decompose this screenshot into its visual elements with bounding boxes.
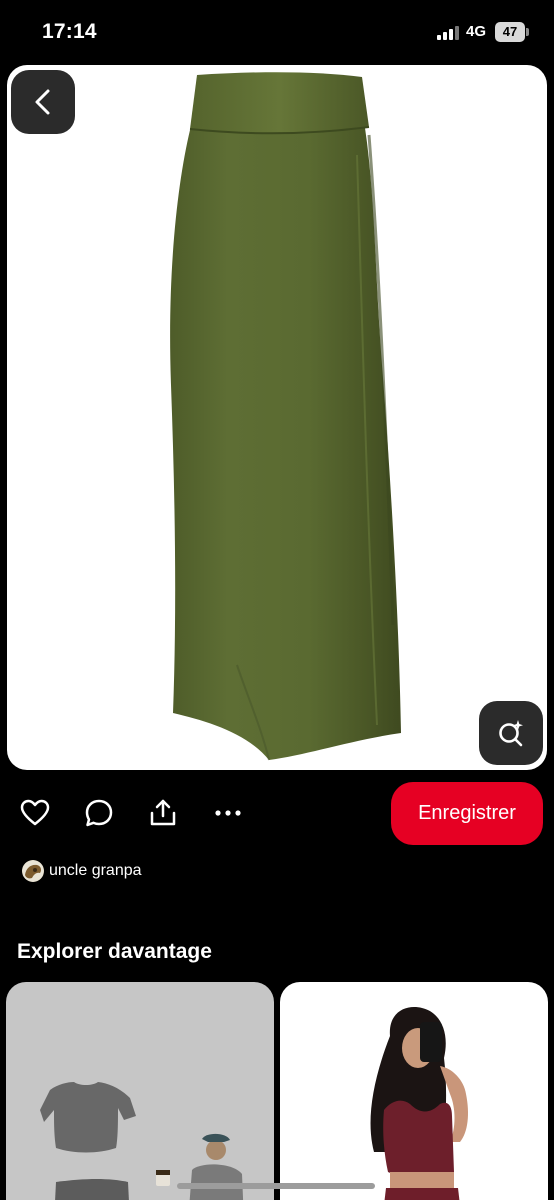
comment-icon[interactable] — [84, 798, 114, 828]
home-indicator[interactable] — [177, 1183, 375, 1189]
outfit-thumbnail — [40, 1082, 244, 1200]
more-options-icon[interactable] — [213, 798, 243, 828]
save-button[interactable]: Enregistrer — [391, 782, 543, 845]
status-time: 17:14 — [42, 20, 97, 43]
visual-search-button[interactable] — [479, 701, 543, 765]
skirt-illustration — [170, 72, 401, 761]
back-button[interactable] — [11, 70, 75, 134]
related-pin-card[interactable] — [6, 982, 274, 1200]
avatar — [22, 860, 44, 882]
section-title: Explorer davantage — [17, 940, 212, 963]
network-label: 4G — [466, 23, 487, 40]
chevron-left-icon — [35, 89, 50, 115]
pin-image[interactable] — [7, 65, 547, 770]
signal-icon — [437, 26, 459, 40]
status-bar: 17:14 4G 47 — [0, 0, 554, 64]
pin-detail-screen: 17:14 4G 47 Enregistrer uncle granpa Exp… — [0, 0, 554, 1200]
pin-author[interactable]: uncle granpa — [22, 859, 142, 883]
battery-level: 47 — [502, 24, 518, 39]
author-name: uncle granpa — [49, 862, 142, 879]
heart-icon[interactable] — [20, 798, 50, 828]
lens-sparkle-icon — [499, 720, 523, 747]
battery-icon: 47 — [495, 22, 529, 42]
mirror-selfie-thumbnail — [370, 1007, 468, 1200]
share-icon[interactable] — [148, 798, 178, 828]
related-pin-card[interactable] — [280, 982, 548, 1200]
action-bar: Enregistrer — [0, 780, 554, 846]
